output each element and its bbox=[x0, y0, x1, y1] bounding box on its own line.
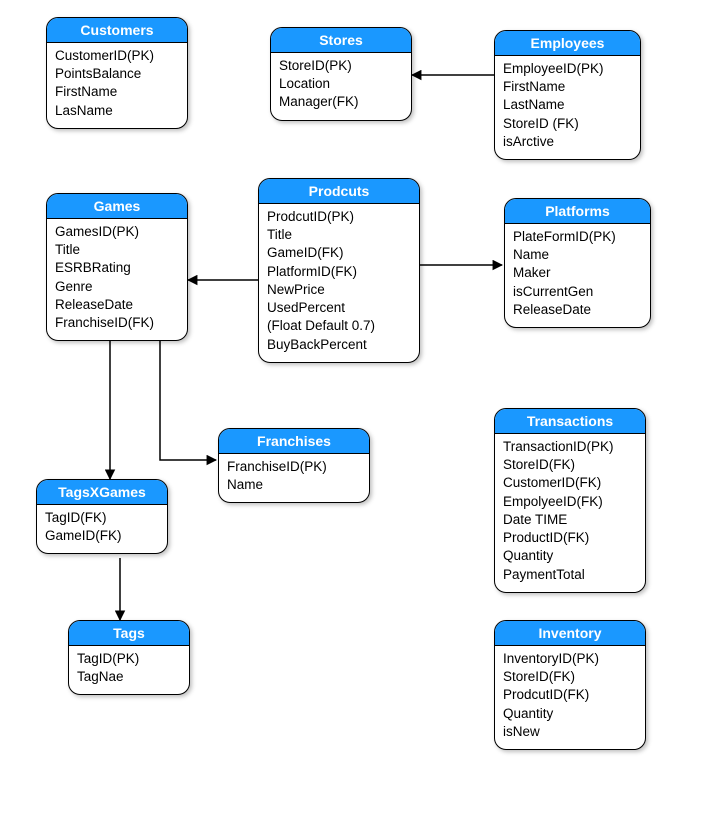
entity-header: Platforms bbox=[505, 199, 650, 224]
entity-tags: TagsTagID(PK)TagNae bbox=[68, 620, 190, 695]
attribute: Manager(FK) bbox=[279, 93, 403, 111]
entity-body: InventoryID(PK)StoreID(FK)ProdcutID(FK)Q… bbox=[495, 646, 645, 749]
attribute: CustomerID(PK) bbox=[55, 47, 179, 65]
attribute: FranchiseID(PK) bbox=[227, 458, 361, 476]
entity-header: Transactions bbox=[495, 409, 645, 434]
attribute: Location bbox=[279, 75, 403, 93]
attribute: StoreID(FK) bbox=[503, 456, 637, 474]
attribute: LasName bbox=[55, 102, 179, 120]
entity-customers: CustomersCustomerID(PK)PointsBalanceFirs… bbox=[46, 17, 188, 129]
attribute: isArctive bbox=[503, 133, 632, 151]
attribute: Name bbox=[227, 476, 361, 494]
entity-header: Stores bbox=[271, 28, 411, 53]
attribute: FirstName bbox=[503, 78, 632, 96]
entity-header: Franchises bbox=[219, 429, 369, 454]
attribute: isNew bbox=[503, 723, 637, 741]
attribute: TransactionID(PK) bbox=[503, 438, 637, 456]
attribute: Genre bbox=[55, 278, 179, 296]
attribute: StoreID (FK) bbox=[503, 115, 632, 133]
entity-body: PlateFormID(PK)NameMakerisCurrentGenRele… bbox=[505, 224, 650, 327]
entity-header: Games bbox=[47, 194, 187, 219]
entity-employees: EmployeesEmployeeID(PK)FirstNameLastName… bbox=[494, 30, 641, 160]
attribute: NewPrice bbox=[267, 281, 411, 299]
entity-franchises: FranchisesFranchiseID(PK)Name bbox=[218, 428, 370, 503]
entity-tagsxgames: TagsXGamesTagID(FK)GameID(FK) bbox=[36, 479, 168, 554]
attribute: Quantity bbox=[503, 547, 637, 565]
entity-header: Employees bbox=[495, 31, 640, 56]
attribute: LastName bbox=[503, 96, 632, 114]
attribute: TagNae bbox=[77, 668, 181, 686]
attribute: ProdcutID(PK) bbox=[267, 208, 411, 226]
entity-header: Tags bbox=[69, 621, 189, 646]
entity-header: Prodcuts bbox=[259, 179, 419, 204]
attribute: StoreID(FK) bbox=[503, 668, 637, 686]
attribute: BuyBackPercent bbox=[267, 336, 411, 354]
entity-body: TagID(FK)GameID(FK) bbox=[37, 505, 167, 553]
attribute: ReleaseDate bbox=[513, 301, 642, 319]
entity-games: GamesGamesID(PK)TitleESRBRatingGenreRele… bbox=[46, 193, 188, 341]
entity-header: Inventory bbox=[495, 621, 645, 646]
er-diagram-canvas: CustomersCustomerID(PK)PointsBalanceFirs… bbox=[0, 0, 727, 823]
attribute: ProductID(FK) bbox=[503, 529, 637, 547]
attribute: TagID(PK) bbox=[77, 650, 181, 668]
attribute: GameID(FK) bbox=[45, 527, 159, 545]
attribute: PointsBalance bbox=[55, 65, 179, 83]
entity-body: TransactionID(PK)StoreID(FK)CustomerID(F… bbox=[495, 434, 645, 592]
attribute: UsedPercent bbox=[267, 299, 411, 317]
attribute: Title bbox=[267, 226, 411, 244]
attribute: FranchiseID(FK) bbox=[55, 314, 179, 332]
entity-body: StoreID(PK)LocationManager(FK) bbox=[271, 53, 411, 120]
attribute: PlateFormID(PK) bbox=[513, 228, 642, 246]
attribute: FirstName bbox=[55, 83, 179, 101]
attribute: PlatformID(FK) bbox=[267, 263, 411, 281]
attribute: CustomerID(FK) bbox=[503, 474, 637, 492]
entity-body: FranchiseID(PK)Name bbox=[219, 454, 369, 502]
attribute: Title bbox=[55, 241, 179, 259]
entity-body: ProdcutID(PK)TitleGameID(FK)PlatformID(F… bbox=[259, 204, 419, 362]
attribute: ProdcutID(FK) bbox=[503, 686, 637, 704]
attribute: TagID(FK) bbox=[45, 509, 159, 527]
attribute: EmployeeID(PK) bbox=[503, 60, 632, 78]
attribute: Name bbox=[513, 246, 642, 264]
entity-body: GamesID(PK)TitleESRBRatingGenreReleaseDa… bbox=[47, 219, 187, 340]
attribute: PaymentTotal bbox=[503, 566, 637, 584]
entity-body: TagID(PK)TagNae bbox=[69, 646, 189, 694]
attribute: Maker bbox=[513, 264, 642, 282]
entity-body: EmployeeID(PK)FirstNameLastNameStoreID (… bbox=[495, 56, 640, 159]
entity-transactions: TransactionsTransactionID(PK)StoreID(FK)… bbox=[494, 408, 646, 593]
attribute: ReleaseDate bbox=[55, 296, 179, 314]
attribute: EmpolyeeID(FK) bbox=[503, 493, 637, 511]
attribute: Date TIME bbox=[503, 511, 637, 529]
entity-inventory: InventoryInventoryID(PK)StoreID(FK)Prodc… bbox=[494, 620, 646, 750]
entity-header: Customers bbox=[47, 18, 187, 43]
entity-platforms: PlatformsPlateFormID(PK)NameMakerisCurre… bbox=[504, 198, 651, 328]
attribute: GameID(FK) bbox=[267, 244, 411, 262]
attribute: isCurrentGen bbox=[513, 283, 642, 301]
attribute: GamesID(PK) bbox=[55, 223, 179, 241]
attribute: ESRBRating bbox=[55, 259, 179, 277]
entity-body: CustomerID(PK)PointsBalanceFirstNameLasN… bbox=[47, 43, 187, 128]
entity-stores: StoresStoreID(PK)LocationManager(FK) bbox=[270, 27, 412, 121]
entity-header: TagsXGames bbox=[37, 480, 167, 505]
entity-products: ProdcutsProdcutID(PK)TitleGameID(FK)Plat… bbox=[258, 178, 420, 363]
attribute: Quantity bbox=[503, 705, 637, 723]
attribute: (Float Default 0.7) bbox=[267, 317, 411, 335]
attribute: StoreID(PK) bbox=[279, 57, 403, 75]
attribute: InventoryID(PK) bbox=[503, 650, 637, 668]
